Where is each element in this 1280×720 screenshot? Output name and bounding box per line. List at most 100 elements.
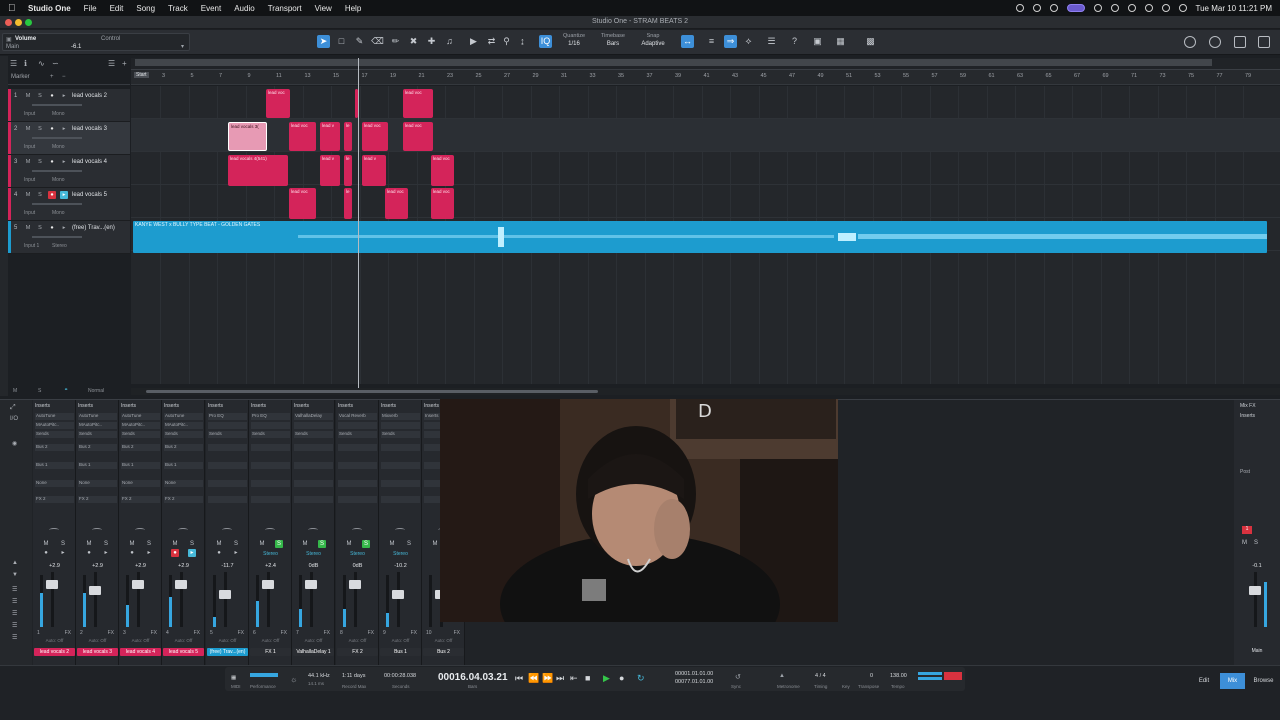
channel-name[interactable]: FX 2	[337, 648, 378, 656]
channel-format[interactable]: Stereo	[340, 551, 375, 557]
record-arm-button[interactable]: ●	[48, 224, 56, 232]
track-name[interactable]: lead vocals 3	[72, 126, 107, 132]
channel-volume[interactable]: +2.9	[162, 563, 205, 569]
channel-name[interactable]: lead vocals 5	[163, 648, 204, 656]
insert-slot[interactable]: Vocal Reverb	[338, 413, 377, 420]
track-header-1[interactable]: 1 M S ● ▸ lead vocals 2 Input Mono	[8, 89, 130, 122]
send-slot[interactable]: Bus 1	[35, 462, 74, 469]
channel-name[interactable]: Bus 2	[423, 648, 464, 656]
monitor-button[interactable]: ▸	[60, 125, 68, 133]
audio-event[interactable]: lead v	[320, 122, 340, 151]
insert-slot[interactable]	[381, 422, 420, 429]
send-slot[interactable]	[338, 496, 377, 503]
send-slot[interactable]	[251, 496, 290, 503]
mute-button[interactable]: M	[85, 540, 93, 548]
menu-song[interactable]: Song	[136, 4, 155, 13]
insert-slot[interactable]: Pro EQ	[208, 413, 247, 420]
iq-icon[interactable]: IQ	[539, 35, 552, 48]
channel-name[interactable]: lead vocals 2	[34, 648, 75, 656]
menu-event[interactable]: Event	[201, 4, 221, 13]
insert-slot[interactable]	[294, 422, 333, 429]
automation-mode[interactable]: Auto: Off	[336, 638, 379, 643]
send-slot[interactable]: Bus 2	[78, 444, 117, 451]
send-slot[interactable]: Bus 2	[35, 444, 74, 451]
fx-label[interactable]: FX	[368, 630, 374, 636]
channel-volume[interactable]: +2.9	[119, 563, 162, 569]
audio-event[interactable]: lead voc	[403, 89, 433, 118]
insert-slot[interactable]: MAutoPitc..	[35, 422, 74, 429]
sends-header[interactable]: Sends	[251, 431, 290, 438]
solo-button[interactable]: S	[145, 540, 153, 548]
tempo-value[interactable]: 138.00	[890, 673, 907, 679]
solo-button[interactable]: S	[405, 540, 413, 548]
pan-knob[interactable]	[135, 528, 145, 532]
mixer-tool-icon[interactable]: ☰	[12, 634, 17, 641]
fx-label[interactable]: FX	[238, 630, 244, 636]
track-lane[interactable]	[131, 86, 1280, 119]
chevron-down-icon[interactable]: ▾	[181, 43, 184, 50]
fx-label[interactable]: FX	[411, 630, 417, 636]
track-lane[interactable]	[131, 152, 1280, 185]
fx-label[interactable]: FX	[108, 630, 114, 636]
panel-icon[interactable]	[1258, 36, 1270, 48]
inserts-header[interactable]: Inserts	[35, 403, 74, 410]
channel-volume[interactable]: +2.9	[33, 563, 76, 569]
send-slot[interactable]	[251, 462, 290, 469]
solo-button[interactable]: S	[36, 158, 44, 166]
audio-event[interactable]: lead voc	[385, 188, 408, 219]
insert-slot[interactable]	[208, 422, 247, 429]
record-arm-button[interactable]: ●	[171, 549, 179, 557]
send-slot[interactable]: None	[35, 480, 74, 487]
layout-icon[interactable]: ▩	[864, 35, 877, 48]
marker-track[interactable]: Marker + −	[8, 74, 130, 85]
parameter-display[interactable]: ▣ Volume Main -6.1 Control ▾	[2, 33, 190, 51]
audio-event-selected[interactable]: lead vocals 3(	[228, 122, 267, 151]
record-icon[interactable]: ●	[619, 673, 624, 683]
settings-icon[interactable]: ☼	[290, 675, 297, 684]
control-center-icon[interactable]	[1178, 4, 1187, 12]
grid-icon[interactable]: ▦	[834, 35, 847, 48]
insert-slot[interactable]: AutoTune	[164, 413, 203, 420]
status-icon-1[interactable]	[1015, 4, 1024, 12]
insert-slot[interactable]: Mixverb	[381, 413, 420, 420]
insert-slot[interactable]: AutoTune	[121, 413, 160, 420]
inserts-header[interactable]: Inserts	[121, 403, 160, 410]
mute-button[interactable]: M	[431, 540, 439, 548]
playhead-cursor[interactable]	[358, 58, 359, 388]
sends-header[interactable]: Sends	[294, 431, 333, 438]
mute-button[interactable]: M	[301, 540, 309, 548]
range-tool-icon[interactable]: □	[335, 35, 348, 48]
insert-slot[interactable]	[251, 422, 290, 429]
mute-tool-icon[interactable]: ✖	[407, 35, 420, 48]
timing-value[interactable]: 4 / 4	[815, 673, 826, 679]
rewind-icon[interactable]: ⏪	[528, 673, 539, 684]
insert-slot[interactable]: ValhallaDelay	[294, 413, 333, 420]
pan-knob[interactable]	[308, 528, 318, 532]
track-name[interactable]: (free) Trav...(en)	[72, 225, 115, 231]
send-slot[interactable]	[338, 462, 377, 469]
mute-button[interactable]: M	[24, 191, 32, 199]
track-input[interactable]: Input 1	[24, 243, 39, 249]
menu-edit[interactable]: Edit	[110, 4, 124, 13]
channel-name[interactable]: ValhallaDelay 1	[293, 648, 334, 656]
automation-mode[interactable]: Auto: Off	[119, 638, 162, 643]
footer-s-icon[interactable]: S	[38, 388, 41, 394]
track-name[interactable]: lead vocals 4	[72, 159, 107, 165]
channel-volume[interactable]: +2.4	[249, 563, 292, 569]
menu-track[interactable]: Track	[168, 4, 188, 13]
send-slot[interactable]: Bus 2	[164, 444, 203, 451]
mute-button[interactable]: M	[24, 125, 32, 133]
automation-mode[interactable]: Auto: Off	[206, 638, 249, 643]
volume-fader[interactable]	[262, 580, 274, 589]
insert-slot[interactable]: MAutoPitc..	[78, 422, 117, 429]
volume-fader[interactable]	[46, 580, 58, 589]
channel-format[interactable]: Stereo	[383, 551, 418, 557]
timebase-value[interactable]: Bars	[598, 41, 628, 47]
audio-event[interactable]: lead voc	[431, 155, 454, 186]
status-icon-6[interactable]	[1127, 4, 1136, 12]
record-arm-button[interactable]: ●	[42, 549, 50, 557]
play-icon[interactable]: ▶	[603, 673, 610, 684]
volume-fader[interactable]	[175, 580, 187, 589]
automation-icon[interactable]: ∿	[38, 59, 45, 68]
screen-record-icon[interactable]	[1066, 4, 1085, 12]
